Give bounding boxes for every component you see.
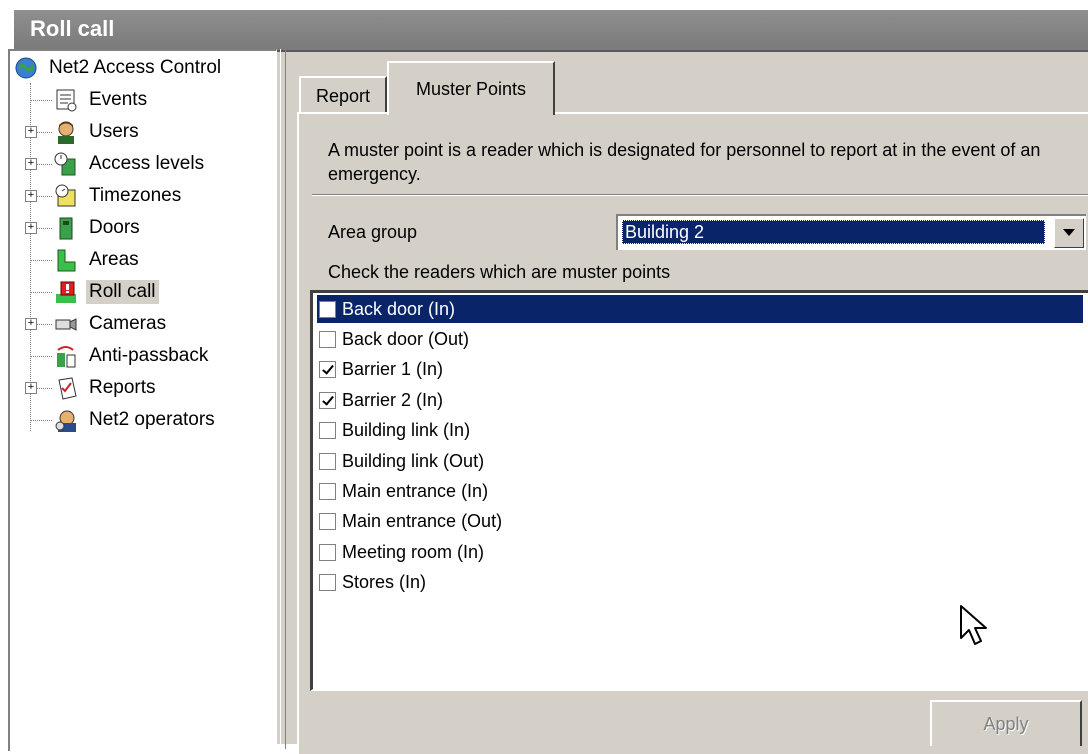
events-icon xyxy=(54,88,78,112)
reports-icon xyxy=(54,376,78,400)
reader-label: Building link (Out) xyxy=(342,450,485,471)
reader-checkbox[interactable] xyxy=(319,482,336,500)
tree-item-label: Cameras xyxy=(89,313,167,334)
reader-checkbox[interactable] xyxy=(319,452,336,470)
expand-icon[interactable]: + xyxy=(25,222,37,234)
tree-item-timezones[interactable]: Timezones xyxy=(54,181,184,211)
tab-muster-points[interactable]: Muster Points xyxy=(387,61,555,115)
reader-row[interactable]: Back door (Out) xyxy=(317,325,1083,353)
tree-item-anti-passback[interactable]: Anti-passback xyxy=(54,341,211,371)
tree-item-label: Access levels xyxy=(89,153,205,174)
muster-description: A muster point is a reader which is desi… xyxy=(328,140,1041,184)
camera-icon xyxy=(54,312,78,336)
tree-item-doors[interactable]: Doors xyxy=(54,213,143,243)
anti-passback-icon xyxy=(54,344,78,368)
expand-icon[interactable]: + xyxy=(25,190,37,202)
navigation-tree[interactable]: Net2 Access Control Events Users + Access l… xyxy=(8,49,277,751)
tree-item-label: Users xyxy=(89,121,139,142)
reader-row[interactable]: Building link (Out) xyxy=(317,447,1083,475)
reader-row[interactable]: Barrier 1 (In) xyxy=(317,356,1083,384)
reader-label: Barrier 1 (In) xyxy=(342,359,444,380)
area-group-select[interactable]: Building 2 xyxy=(616,214,1086,250)
reader-row[interactable]: Back door (In) xyxy=(317,295,1083,323)
pane-splitter[interactable] xyxy=(280,49,286,749)
reader-row[interactable]: Barrier 2 (In) xyxy=(317,386,1083,414)
expand-icon[interactable]: + xyxy=(25,382,37,394)
areas-icon xyxy=(54,248,78,272)
access-levels-icon xyxy=(54,152,78,176)
reader-checkbox[interactable] xyxy=(319,300,336,318)
tree-item-access-levels[interactable]: Access levels xyxy=(54,149,207,179)
reader-checkbox[interactable] xyxy=(319,574,336,592)
tab-report[interactable]: Report xyxy=(299,76,387,114)
reader-checkbox[interactable] xyxy=(319,513,336,531)
title-bar: Roll call xyxy=(14,10,1088,52)
tree-item-label: Timezones xyxy=(89,185,182,206)
expand-icon[interactable]: + xyxy=(25,126,37,138)
area-group-label: Area group xyxy=(328,222,418,242)
reader-label: Building link (In) xyxy=(342,420,471,441)
tree-item-label: Reports xyxy=(89,377,156,398)
operators-icon xyxy=(54,408,78,432)
tree-item-events[interactable]: Events xyxy=(54,85,150,115)
dropdown-button[interactable] xyxy=(1054,218,1084,248)
tree-item-net2-operators[interactable]: Net2 operators xyxy=(54,405,218,435)
reader-row[interactable]: Meeting room (In) xyxy=(317,538,1083,566)
reader-row[interactable]: Main entrance (Out) xyxy=(317,508,1083,536)
tab-muster-points-label: Muster Points xyxy=(415,78,527,99)
tree-item-users[interactable]: Users xyxy=(54,117,142,147)
reader-checkbox[interactable] xyxy=(319,361,336,379)
tree-item-label: Anti-passback xyxy=(89,345,209,366)
mouse-cursor-icon xyxy=(960,605,987,645)
tree-item-areas[interactable]: Areas xyxy=(54,245,142,275)
tab-report-label: Report xyxy=(315,85,371,106)
reader-row[interactable]: Main entrance (In) xyxy=(317,477,1083,505)
reader-label: Back door (Out) xyxy=(342,328,470,349)
tree-item-label: Areas xyxy=(89,249,139,270)
globe-icon xyxy=(14,56,38,80)
tree-root-label: Net2 Access Control xyxy=(49,57,222,78)
reader-checkbox[interactable] xyxy=(319,543,336,561)
reader-label: Main entrance (Out) xyxy=(342,511,503,532)
tree-item-roll-call[interactable]: Roll call xyxy=(54,277,159,307)
reader-label: Back door (In) xyxy=(342,298,456,319)
reader-checkbox[interactable] xyxy=(319,330,336,348)
tree-root[interactable]: Net2 Access Control xyxy=(14,53,224,83)
door-icon xyxy=(54,216,78,240)
check-readers-label: Check the readers which are muster point… xyxy=(328,262,671,282)
apply-button[interactable]: Apply xyxy=(930,700,1082,746)
window-title: Roll call xyxy=(30,16,115,41)
users-icon xyxy=(54,120,78,144)
expand-icon[interactable]: + xyxy=(25,318,37,330)
expand-icon[interactable]: + xyxy=(25,158,37,170)
reader-label: Meeting room (In) xyxy=(342,541,485,562)
reader-label: Barrier 2 (In) xyxy=(342,389,444,410)
tree-item-label: Events xyxy=(89,89,148,110)
tree-item-label: Net2 operators xyxy=(89,409,215,430)
tree-item-cameras[interactable]: Cameras xyxy=(54,309,169,339)
tree-item-reports[interactable]: Reports xyxy=(54,373,159,403)
reader-checkbox[interactable] xyxy=(319,422,336,440)
divider xyxy=(312,194,1088,196)
reader-label: Main entrance (In) xyxy=(342,480,489,501)
reader-checkbox[interactable] xyxy=(319,391,336,409)
clock-icon xyxy=(54,184,78,208)
tree-item-label: Doors xyxy=(89,217,140,238)
chevron-down-icon xyxy=(1063,229,1075,236)
roll-call-icon xyxy=(54,280,78,304)
reader-label: Stores (In) xyxy=(342,572,427,593)
reader-row[interactable]: Building link (In) xyxy=(317,417,1083,445)
reader-row[interactable]: Stores (In) xyxy=(317,569,1083,597)
tree-item-label: Roll call xyxy=(86,280,159,304)
area-group-value: Building 2 xyxy=(622,220,1045,244)
